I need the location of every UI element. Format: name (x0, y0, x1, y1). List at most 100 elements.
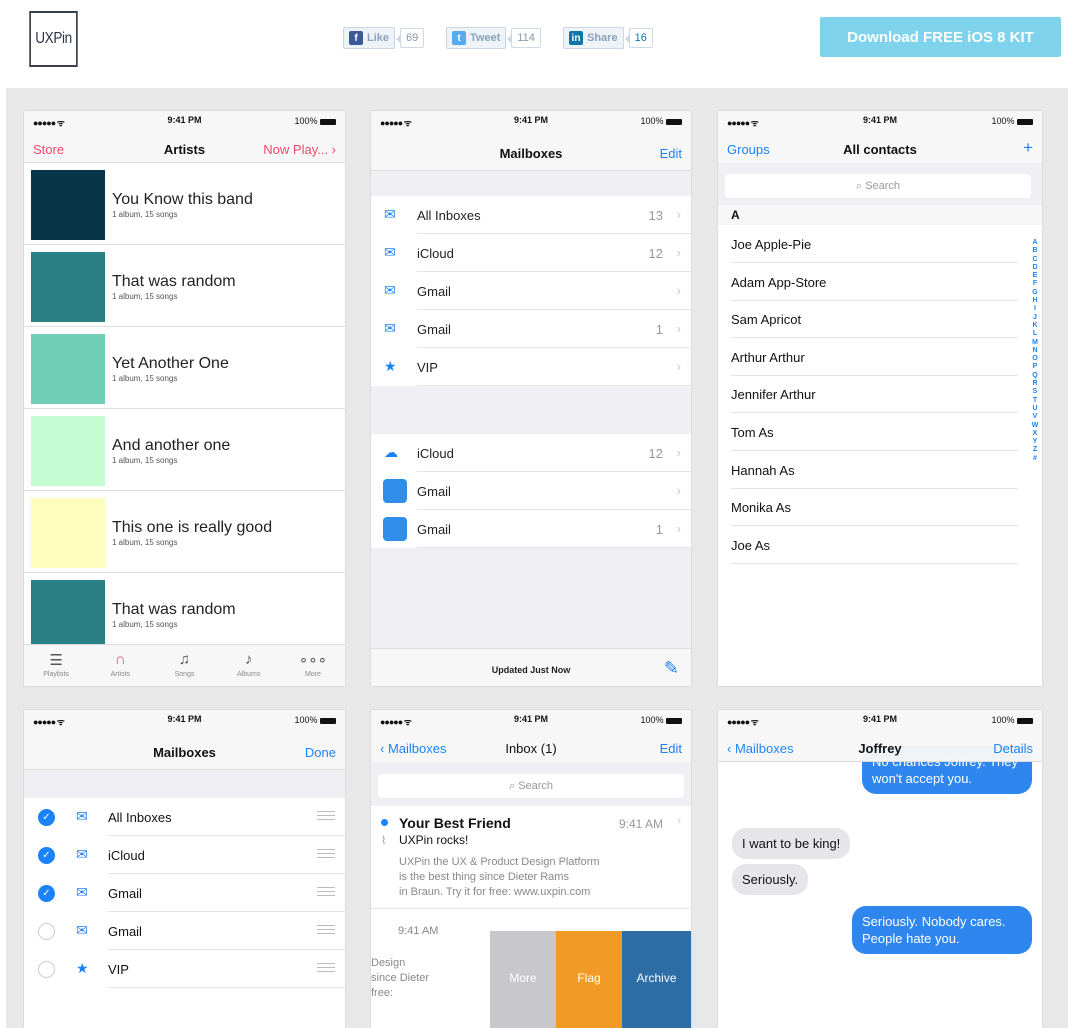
checkbox[interactable]: ✓ (38, 847, 55, 864)
table-row[interactable]: ✓ ✉ All Inboxes (24, 798, 345, 836)
uxpin-logo[interactable]: UXPin (29, 11, 78, 67)
store-button[interactable]: Store (33, 142, 64, 157)
list-item[interactable]: Yet Another One 1 album, 15 songs (24, 327, 345, 409)
index-letter[interactable]: U (1031, 405, 1039, 413)
index-letter[interactable]: D (1031, 264, 1039, 272)
table-row[interactable]: Gmail 1 › (371, 510, 691, 548)
index-letter[interactable]: L (1031, 330, 1039, 338)
index-letter[interactable]: F (1031, 280, 1039, 288)
nav-bar: Groups All contacts + (718, 133, 1042, 163)
share-button[interactable]: in Share (563, 27, 624, 49)
twitter-tweet[interactable]: t Tweet 114 (446, 27, 541, 49)
contact-row[interactable]: Tom As (731, 413, 1018, 451)
like-button[interactable]: f Like (343, 27, 396, 49)
edit-button[interactable]: Edit (660, 741, 682, 756)
index-letter[interactable]: W (1031, 422, 1039, 430)
mail-subject: UXPin rocks! (399, 833, 469, 847)
index-letter[interactable]: Z (1031, 446, 1039, 454)
checkbox[interactable] (38, 923, 55, 940)
contact-row[interactable]: Adam App-Store (731, 263, 1018, 301)
reorder-handle-icon[interactable] (317, 849, 335, 858)
index-letter[interactable]: Y (1031, 438, 1039, 446)
reorder-handle-icon[interactable] (317, 963, 335, 972)
done-button[interactable]: Done (305, 745, 336, 760)
index-letter[interactable]: O (1031, 355, 1039, 363)
table-row[interactable]: ★ VIP › (371, 348, 691, 386)
download-kit-button[interactable]: Download FREE iOS 8 KIT (820, 17, 1061, 57)
more-action-button[interactable]: More (490, 931, 556, 1028)
contact-row[interactable]: Jennifer Arthur (731, 375, 1018, 414)
facebook-like[interactable]: f Like 69 (343, 27, 425, 49)
contact-row[interactable]: Sam Apricot (731, 300, 1018, 339)
tab-albums[interactable]: ♪ Albums (217, 645, 281, 686)
edit-button[interactable]: Edit (660, 146, 682, 161)
tab-artists[interactable]: ∩ Artists (88, 645, 152, 686)
index-letter[interactable]: K (1031, 322, 1039, 330)
tweet-button[interactable]: t Tweet (446, 27, 507, 49)
list-item[interactable]: That was random 1 album, 15 songs (24, 245, 345, 327)
contact-row[interactable]: Monika As (731, 488, 1018, 527)
list-item[interactable]: And another one 1 album, 15 songs (24, 409, 345, 491)
table-row[interactable]: Gmail › (371, 472, 691, 510)
account-count: 1 (655, 522, 663, 537)
artist-name: That was random (112, 273, 236, 290)
index-letter[interactable]: S (1031, 388, 1039, 396)
add-contact-button[interactable]: + (1023, 138, 1033, 158)
table-row[interactable]: ☁ iCloud 12 › (371, 434, 691, 472)
table-row[interactable]: ✉ Gmail › (371, 272, 691, 310)
back-mailboxes-button[interactable]: ‹ Mailboxes (727, 741, 793, 756)
table-row[interactable]: ★ VIP (24, 950, 345, 988)
tab-playlists[interactable]: ☰ Playlists (24, 645, 88, 686)
table-row[interactable]: ✉ All Inboxes 13 › (371, 196, 691, 234)
table-row[interactable]: ✓ ✉ iCloud (24, 836, 345, 874)
index-letter[interactable]: M (1031, 339, 1039, 347)
table-row[interactable]: ✓ ✉ Gmail (24, 874, 345, 912)
reorder-handle-icon[interactable] (317, 811, 335, 820)
contact-row[interactable]: Joe Apple-Pie (731, 225, 1018, 263)
contact-row[interactable]: Joe As (731, 526, 1018, 564)
flag-action-button[interactable]: Flag (556, 931, 622, 1028)
index-letter[interactable]: B (1031, 247, 1039, 255)
now-playing-button[interactable]: Now Play... › (263, 142, 336, 157)
index-letter[interactable]: T (1031, 397, 1039, 405)
checkbox[interactable]: ✓ (38, 809, 55, 826)
index-letter[interactable]: # (1031, 455, 1039, 463)
table-row[interactable]: ✉ Gmail (24, 912, 345, 950)
index-letter[interactable]: N (1031, 347, 1039, 355)
details-button[interactable]: Details (993, 741, 1033, 756)
index-letter[interactable]: H (1031, 297, 1039, 305)
list-item[interactable]: That was random 1 album, 15 songs (24, 573, 345, 655)
index-letter[interactable]: Q (1031, 372, 1039, 380)
groups-button[interactable]: Groups (727, 142, 770, 157)
index-letter[interactable]: E (1031, 272, 1039, 280)
index-letter[interactable]: G (1031, 289, 1039, 297)
index-letter[interactable]: I (1031, 305, 1039, 313)
index-letter[interactable]: A (1031, 239, 1039, 247)
compose-icon[interactable]: ✎ (664, 658, 679, 679)
mailbox-label: VIP (108, 962, 129, 977)
index-letter[interactable]: R (1031, 380, 1039, 388)
table-row[interactable]: ✉ iCloud 12 › (371, 234, 691, 272)
tab-more[interactable]: ∘∘∘ More (281, 645, 345, 686)
checkbox[interactable] (38, 961, 55, 978)
alphabet-index[interactable]: A B C D E F G H I J K L M N O P Q R S T U V W X Y Z # (1031, 239, 1039, 463)
back-mailboxes-button[interactable]: ‹ Mailboxes (380, 741, 446, 756)
checkbox[interactable]: ✓ (38, 885, 55, 902)
table-row[interactable]: ✉ Gmail 1 › (371, 310, 691, 348)
index-letter[interactable]: J (1031, 314, 1039, 322)
index-letter[interactable]: C (1031, 256, 1039, 264)
archive-action-button[interactable]: Archive (622, 931, 691, 1028)
reorder-handle-icon[interactable] (317, 887, 335, 896)
tab-songs[interactable]: ♫ Songs (152, 645, 216, 686)
linkedin-share[interactable]: in Share 16 (563, 27, 653, 49)
index-letter[interactable]: P (1031, 363, 1039, 371)
contact-row[interactable]: Hannah As (731, 451, 1018, 489)
search-input[interactable]: ⌕ Search (725, 174, 1031, 198)
reorder-handle-icon[interactable] (317, 925, 335, 934)
list-item[interactable]: This one is really good 1 album, 15 songs (24, 491, 345, 573)
index-letter[interactable]: V (1031, 413, 1039, 421)
contact-row[interactable]: Arthur Arthur (731, 338, 1018, 376)
search-input[interactable]: ⌕ Search (378, 774, 684, 798)
list-item[interactable]: You Know this band 1 album, 15 songs (24, 163, 345, 245)
index-letter[interactable]: X (1031, 430, 1039, 438)
